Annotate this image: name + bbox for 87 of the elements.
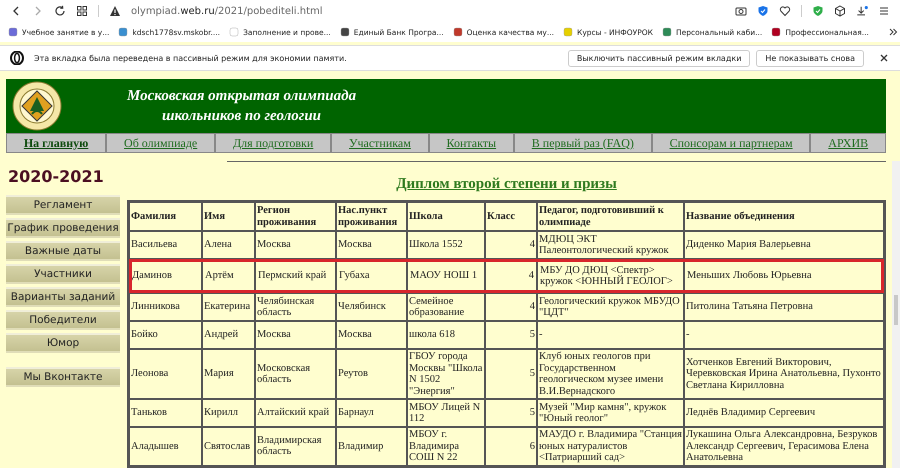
notice-text: Эта вкладка была переведена в пассивный режим для экономии памяти.: [34, 54, 347, 62]
site-title: Московская открытая олимпиада: [127, 87, 356, 106]
table-cell: МАОУ НОШ 1: [407, 259, 485, 293]
table-cell: Москва: [255, 231, 336, 259]
table-cell: -: [537, 321, 684, 349]
table-cell: школа 618: [407, 321, 485, 349]
table-cell: Геологический кружок МБУДО "ЦДТ": [537, 293, 684, 321]
sidebar-item[interactable]: График проведения: [6, 218, 120, 238]
site-title: школьников по геологии: [162, 107, 322, 126]
nav-link[interactable]: Участникам: [331, 133, 429, 153]
table-cell: Семейное образование: [407, 293, 485, 321]
table-cell: 5: [485, 349, 537, 399]
notice-button[interactable]: Выключить пассивный режим вкладки: [568, 50, 750, 66]
notice-button[interactable]: Не показывать снова: [756, 50, 864, 66]
table-cell: Клуб юных геологов при Государственном геологическом музее имени В.И.Вернадского: [537, 349, 684, 399]
table-cell: Владимирская область: [255, 427, 336, 466]
table-cell: Реутов: [336, 349, 407, 399]
page-heading[interactable]: Диплом второй степени и призы: [396, 176, 617, 192]
sidebar-item[interactable]: Участники: [6, 264, 120, 284]
table-cell: Мария: [202, 349, 255, 399]
sidebar-item[interactable]: Важные даты: [6, 241, 120, 261]
table-cell: 5: [485, 399, 537, 427]
table-cell: Васильева: [129, 231, 202, 259]
table-cell: 5: [485, 321, 537, 349]
table-cell: Аладышев: [129, 427, 202, 466]
table-cell: Андрей: [202, 321, 255, 349]
table-cell: Школа 1552: [407, 231, 485, 259]
table-cell: 4: [485, 293, 537, 321]
table-cell: Таньков: [129, 399, 202, 427]
table-cell: Леднёв Владимир Сергеевич: [684, 399, 884, 427]
table-cell: Барнаул: [336, 399, 407, 427]
column-header: Педагог, подготовивший к олимпиаде: [537, 202, 684, 231]
nav-link[interactable]: Для подготовки: [215, 133, 332, 153]
table-cell: МАУДО г. Владимира "Станция юных натуралистов <Патриарший сад>: [537, 427, 684, 466]
table-cell: Святослав: [202, 427, 255, 466]
table-cell: 6: [485, 427, 537, 466]
column-header: Школа: [407, 202, 485, 231]
table-cell: МБУ ДО ДЮЦ <Спектр> кружок <ЮННЫЙ ГЕОЛОГ>: [537, 259, 684, 293]
table-cell: МБОУ г. Владимира СОШ N 22: [407, 427, 485, 466]
table-cell: Леонова: [129, 349, 202, 399]
table-cell: Диденко Мария Валерьевна: [684, 231, 884, 259]
column-header: Нас.пункт проживания: [336, 202, 407, 231]
nav-link[interactable]: Об олимпиаде: [106, 133, 216, 153]
table-cell: Челябинск: [336, 293, 407, 321]
table-cell: Лукашина Ольга Александровна, Безруков Александр Сергеевич, Герасимова Елена Анатольевна: [684, 427, 884, 466]
nav-link[interactable]: Спонсорам и партнерам: [652, 133, 810, 153]
table-cell: Линникова: [129, 293, 202, 321]
sidebar-item[interactable]: Победители: [6, 310, 120, 330]
table-cell: 4: [485, 231, 537, 259]
table-cell: Пермский край: [255, 259, 336, 293]
nav-link[interactable]: В первый раз (FAQ): [514, 133, 652, 153]
table-cell: Челябинская область: [255, 293, 336, 321]
address-field[interactable]: olympiad.web.ru/2021/pobediteli.html: [131, 6, 323, 16]
table-cell: Музей "Мир камня", кружок "Юный геолог": [537, 399, 684, 427]
column-header: Регион проживания: [255, 202, 336, 231]
column-header: Фамилия: [129, 202, 202, 231]
table-cell: Москва: [336, 321, 407, 349]
table-cell: Питолина Татьяна Петровна: [684, 293, 884, 321]
table-cell: Москва: [336, 231, 407, 259]
table-cell: -: [684, 321, 884, 349]
table-cell: Бойко: [129, 321, 202, 349]
column-header: Название объединения: [684, 202, 884, 231]
sidebar-item[interactable]: Юмор: [6, 333, 120, 353]
table-cell: Владимир: [336, 427, 407, 466]
sidebar-item[interactable]: Варианты заданий: [6, 287, 120, 307]
table-cell: Екатерина: [202, 293, 255, 321]
table-cell: Артём: [202, 259, 255, 293]
table-cell: Алена: [202, 231, 255, 259]
nav-link[interactable]: Контакты: [428, 133, 514, 153]
column-header: Класс: [485, 202, 537, 231]
table-cell: МДЮЦ ЭКТ Палеонтологический кружок: [537, 231, 684, 259]
table-cell: Губаха: [336, 259, 407, 293]
table-cell: Кирилл: [202, 399, 255, 427]
sidebar-item[interactable]: Мы Вконтакте: [6, 367, 120, 387]
table-cell: Даминов: [129, 259, 202, 293]
table-cell: Московская область: [255, 349, 336, 399]
year-heading: 2020-2021: [7, 166, 105, 188]
table-cell: Алтайский край: [255, 399, 336, 427]
table-cell: 4: [485, 259, 537, 293]
nav-link[interactable]: АРХИВ: [810, 133, 886, 153]
table-cell: Хотченков Евгений Викторович, Черевковская Ирина Анатольевна, Пухонто Светлана Кирилловна: [684, 349, 884, 399]
table-cell: Москва: [255, 321, 336, 349]
nav-link[interactable]: На главную: [6, 133, 106, 153]
sidebar-item[interactable]: Регламент: [6, 195, 120, 215]
table-cell: МБОУ Лицей N 112: [407, 399, 485, 427]
table-cell: ГБОУ города Москвы "Школа N 1502 "Энергия": [407, 349, 485, 399]
column-header: Имя: [202, 202, 255, 231]
